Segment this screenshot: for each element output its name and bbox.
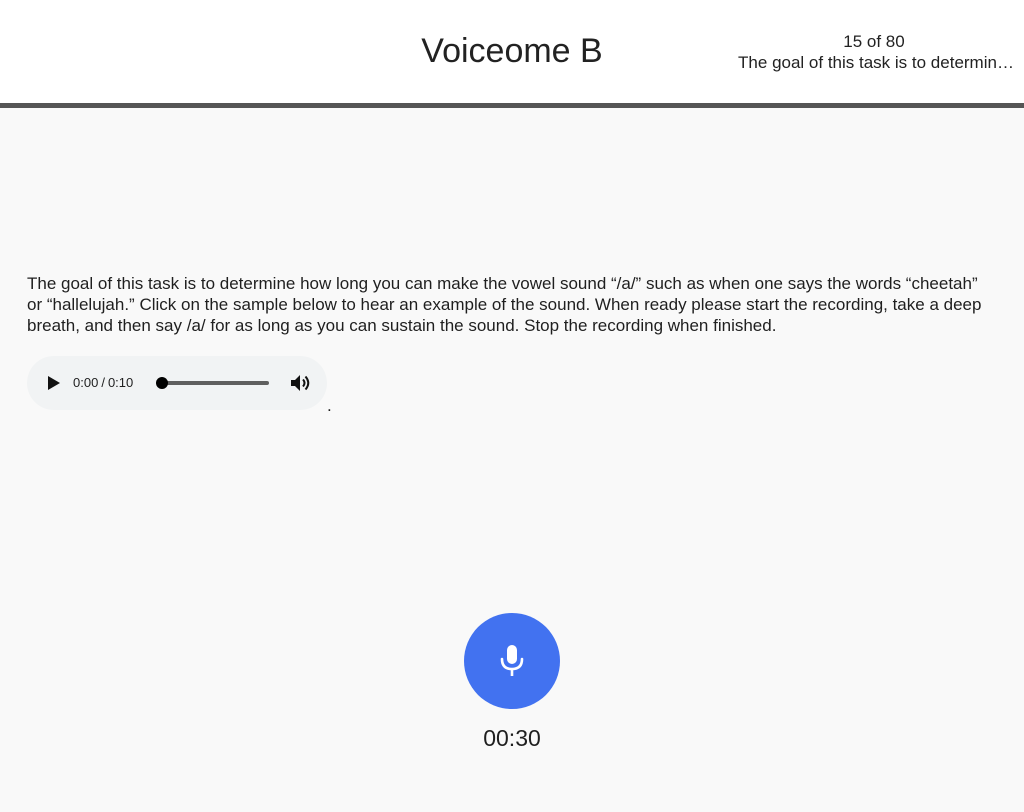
microphone-icon [500, 645, 524, 676]
task-instructions: The goal of this task is to determine ho… [27, 274, 982, 335]
recording-timer: 00:30 [483, 725, 541, 751]
time-display: 0:00/0:10 [73, 375, 133, 391]
header-bar: Voiceome B 15 of 80 The goal of this tas… [0, 0, 1024, 108]
current-time: 0:00 [73, 375, 99, 390]
time-separator: / [101, 375, 105, 390]
volume-icon[interactable] [290, 373, 312, 393]
progress-step-title: The goal of this task is to determin… [738, 53, 1014, 72]
record-button[interactable] [464, 613, 560, 709]
trailing-period: . [327, 396, 332, 415]
progress-indicator: 15 of 80 The goal of this task is to det… [724, 32, 1024, 74]
audio-player[interactable]: 0:00/0:10 [27, 356, 327, 410]
play-icon[interactable] [47, 375, 61, 391]
seek-bar[interactable] [160, 381, 269, 385]
seek-handle[interactable] [156, 377, 168, 389]
progress-count: 15 of 80 [843, 32, 905, 51]
duration: 0:10 [107, 375, 134, 390]
